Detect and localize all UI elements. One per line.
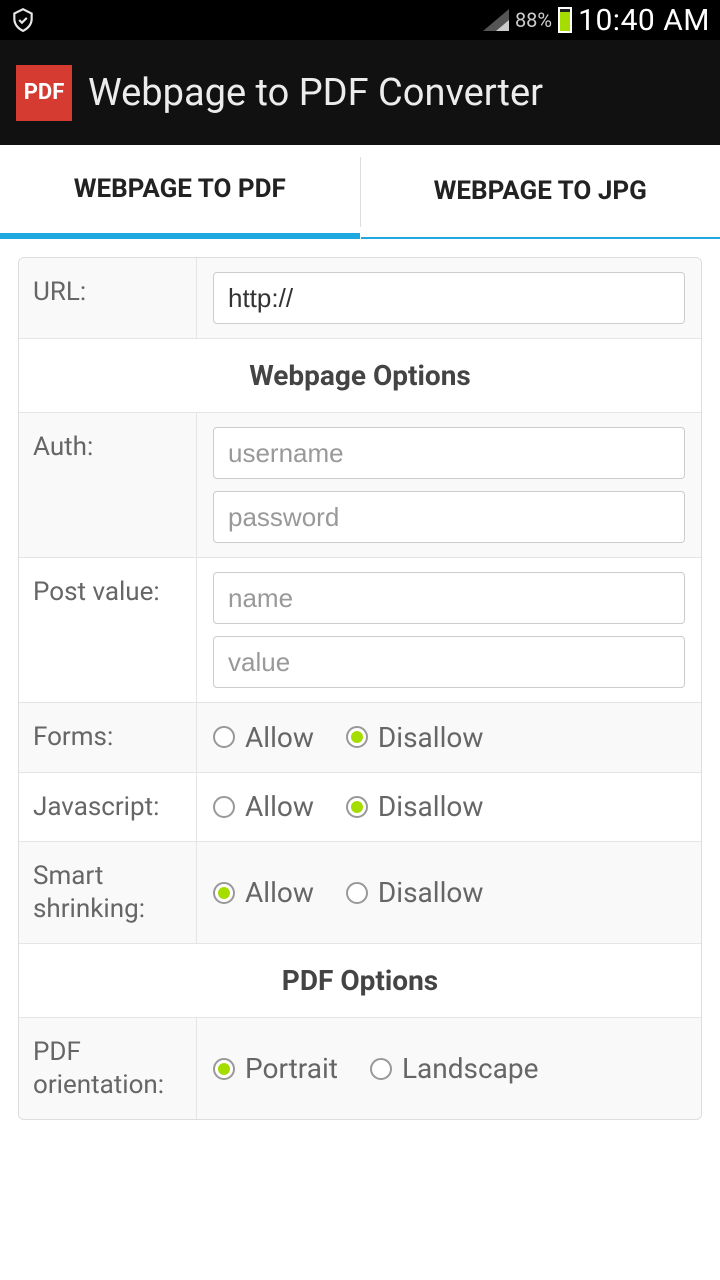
forms-radio-group: Allow Disallow <box>213 721 483 754</box>
label-orientation: PDF orientation: <box>19 1018 197 1119</box>
radio-icon <box>213 726 235 748</box>
battery-icon <box>558 7 572 33</box>
radio-icon <box>346 796 368 818</box>
orientation-radio-group: Portrait Landscape <box>213 1052 538 1085</box>
label-forms: Forms: <box>19 703 197 772</box>
radio-label: Allow <box>245 721 314 754</box>
radio-label: Allow <box>245 876 314 909</box>
section-webpage-options: Webpage Options <box>19 339 701 413</box>
form: URL: Webpage Options Auth: Post value: F… <box>18 257 702 1120</box>
row-orientation: PDF orientation: Portrait Landscape <box>19 1018 701 1119</box>
signal-icon <box>483 9 509 31</box>
status-bar: 88% 10:40 AM <box>0 0 720 40</box>
javascript-radio-group: Allow Disallow <box>213 790 483 823</box>
tab-webpage-to-jpg[interactable]: WEBPAGE TO JPG <box>361 145 720 239</box>
radio-label: Portrait <box>245 1052 338 1085</box>
app-bar: PDF Webpage to PDF Converter <box>0 40 720 145</box>
tab-webpage-to-pdf[interactable]: WEBPAGE TO PDF <box>0 145 360 239</box>
radio-label: Disallow <box>378 721 484 754</box>
forms-allow-option[interactable]: Allow <box>213 721 314 754</box>
forms-disallow-option[interactable]: Disallow <box>346 721 484 754</box>
post-name-input[interactable] <box>213 572 685 624</box>
shrinking-allow-option[interactable]: Allow <box>213 876 314 909</box>
row-javascript: Javascript: Allow Disallow <box>19 773 701 843</box>
label-smart-shrinking: Smart shrinking: <box>19 842 197 943</box>
orientation-portrait-option[interactable]: Portrait <box>213 1052 338 1085</box>
radio-label: Disallow <box>378 790 484 823</box>
shield-icon <box>10 7 36 33</box>
radio-icon <box>213 1058 235 1080</box>
row-auth: Auth: <box>19 413 701 558</box>
clock: 10:40 AM <box>578 3 710 38</box>
javascript-allow-option[interactable]: Allow <box>213 790 314 823</box>
radio-icon <box>213 796 235 818</box>
radio-label: Landscape <box>402 1052 538 1085</box>
auth-username-input[interactable] <box>213 427 685 479</box>
row-smart-shrinking: Smart shrinking: Allow Disallow <box>19 842 701 944</box>
radio-label: Disallow <box>378 876 484 909</box>
shrinking-disallow-option[interactable]: Disallow <box>346 876 484 909</box>
radio-icon <box>346 882 368 904</box>
radio-label: Allow <box>245 790 314 823</box>
orientation-landscape-option[interactable]: Landscape <box>370 1052 538 1085</box>
url-input[interactable] <box>213 272 685 324</box>
app-icon: PDF <box>16 65 72 121</box>
row-forms: Forms: Allow Disallow <box>19 703 701 773</box>
row-post-value: Post value: <box>19 558 701 703</box>
battery-percent: 88% <box>515 8 552 32</box>
post-value-input[interactable] <box>213 636 685 688</box>
app-title: Webpage to PDF Converter <box>88 71 543 115</box>
radio-icon <box>370 1058 392 1080</box>
radio-icon <box>346 726 368 748</box>
section-pdf-options: PDF Options <box>19 944 701 1018</box>
label-auth: Auth: <box>19 413 197 557</box>
label-post-value: Post value: <box>19 558 197 702</box>
shrinking-radio-group: Allow Disallow <box>213 876 483 909</box>
javascript-disallow-option[interactable]: Disallow <box>346 790 484 823</box>
form-container: URL: Webpage Options Auth: Post value: F… <box>0 239 720 1138</box>
tab-bar: WEBPAGE TO PDF WEBPAGE TO JPG <box>0 145 720 239</box>
label-javascript: Javascript: <box>19 773 197 842</box>
radio-icon <box>213 882 235 904</box>
row-url: URL: <box>19 258 701 339</box>
auth-password-input[interactable] <box>213 491 685 543</box>
label-url: URL: <box>19 258 197 338</box>
